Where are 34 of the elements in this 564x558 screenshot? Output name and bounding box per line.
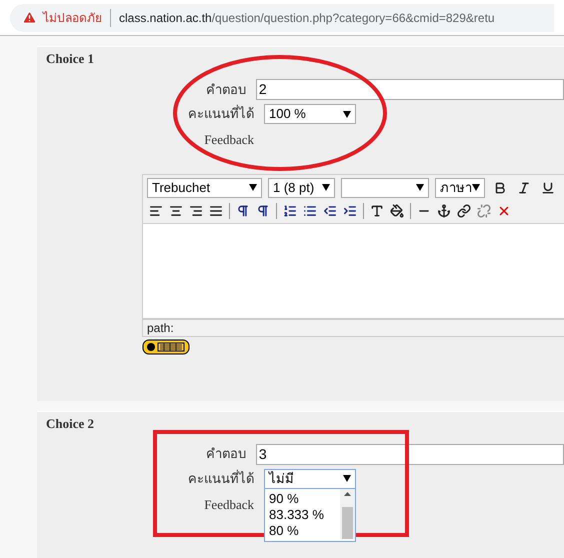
- choice-legend: Choice 1: [37, 47, 564, 67]
- feedback-label: Feedback: [203, 496, 255, 514]
- caret-icon: [322, 184, 330, 191]
- grade-select[interactable]: ไม่มี: [264, 468, 356, 488]
- caret-icon: [343, 110, 351, 118]
- warning-icon: [22, 10, 37, 25]
- caret-icon: [472, 184, 480, 191]
- url-text: class.nation.ac.th/question/question.php?category=66&cmid=829&retu: [119, 10, 495, 26]
- grade-label: คะแนนที่ได้: [187, 468, 255, 488]
- answer-label: คำตอบ: [204, 80, 247, 99]
- caret-icon: [343, 475, 351, 482]
- grade-select[interactable]: 100 %: [264, 104, 356, 124]
- path-bar: path:: [142, 318, 564, 336]
- font-select[interactable]: Trebuchet: [147, 178, 262, 198]
- answer-label: คำตอบ: [204, 445, 247, 464]
- scrollbar-drawing[interactable]: [340, 488, 355, 538]
- caret-icon: [416, 184, 424, 191]
- choice-legend: Choice 2: [37, 412, 564, 432]
- paint-bucket-icon[interactable]: [388, 202, 406, 220]
- caret-icon: [249, 184, 257, 191]
- link-icon[interactable]: [455, 202, 473, 220]
- size-select[interactable]: 1 (8 pt): [268, 178, 335, 198]
- address-bar[interactable]: ไม่ปลอดภัย class.nation.ac.th/question/question.php?category=66&cmid=829&retu: [10, 4, 554, 32]
- language-select[interactable]: ภาษา: [435, 178, 485, 198]
- grade-label: คะแนนที่ได้: [187, 104, 255, 123]
- answer-input[interactable]: 3: [256, 444, 564, 464]
- grade-option[interactable]: 80 %: [269, 522, 340, 538]
- help-keyboard-icon[interactable]: [142, 338, 190, 354]
- answer-input[interactable]: 2: [256, 79, 564, 100]
- grade-option[interactable]: 90 %: [269, 490, 340, 506]
- grade-option[interactable]: 83.333 %: [269, 506, 340, 522]
- feedback-label: Feedback: [203, 131, 255, 149]
- anchor-icon[interactable]: [435, 202, 453, 220]
- security-warning[interactable]: ไม่ปลอดภัย: [43, 8, 102, 26]
